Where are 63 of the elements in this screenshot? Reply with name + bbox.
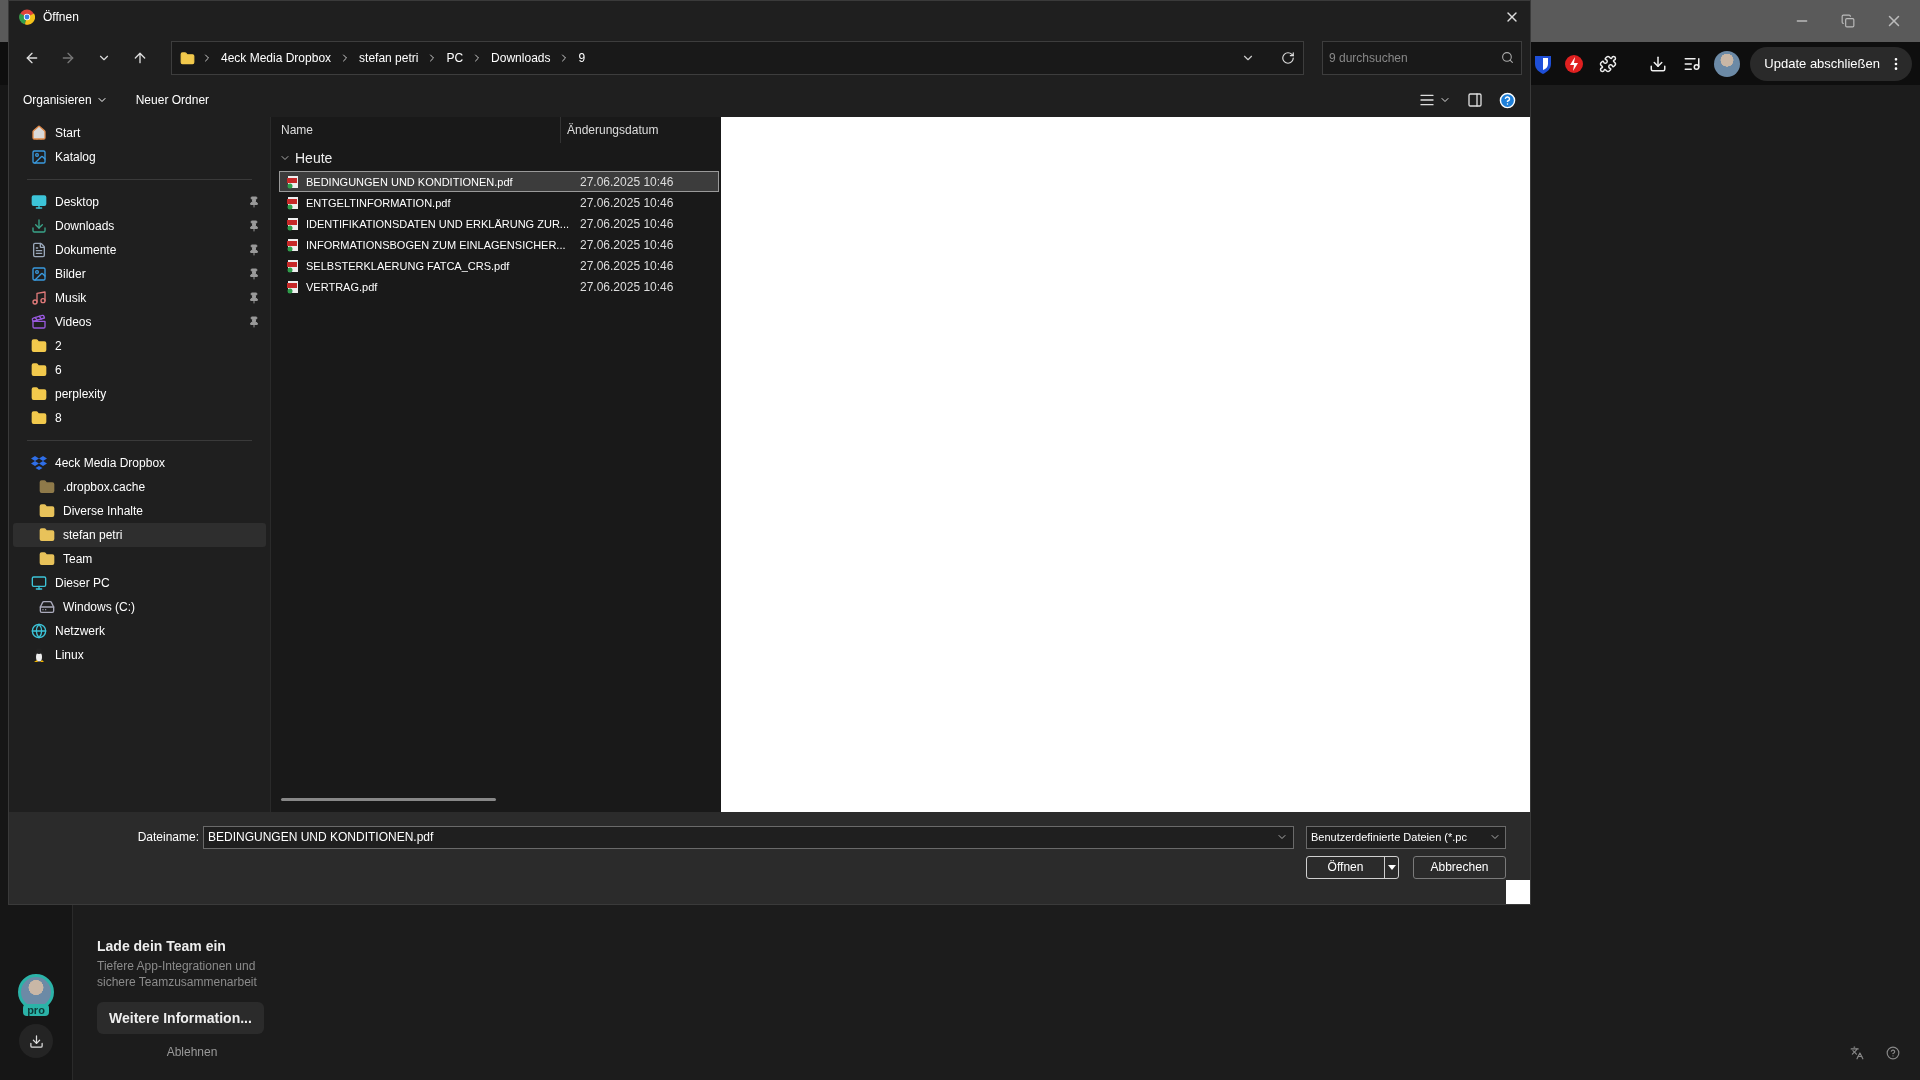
sidebar-item[interactable]: 2 — [13, 334, 266, 358]
file-date: 27.06.2025 10:46 — [580, 195, 674, 210]
sidebar-item[interactable]: Katalog — [13, 145, 266, 169]
file-name: IDENTIFIKATIONSDATEN UND ERKLÄRUNG ZUR... — [306, 217, 568, 230]
sidebar-item[interactable]: 6 — [13, 358, 266, 382]
file-type-select[interactable]: Benutzerdefinierte Dateien (*.pc — [1306, 825, 1506, 849]
sidebar-item[interactable]: Windows (C:) — [13, 595, 266, 619]
breadcrumb-item[interactable]: Downloads — [489, 51, 553, 65]
file-date: 27.06.2025 10:46 — [580, 258, 674, 273]
promo-text: Tiefere App-Integrationen und sichere Teamzusammenarbeit — [97, 958, 258, 990]
file-name: BEDINGUNGEN UND KONDITIONEN.pdf — [306, 175, 514, 188]
sidebar-item[interactable]: Diverse Inhalte — [13, 499, 266, 523]
file-row[interactable]: ENTGELTINFORMATION.pdf 27.06.2025 10:46 — [279, 192, 719, 213]
search-field[interactable]: 9 durchsuchen — [1322, 41, 1522, 75]
address-bar[interactable]: 4eck Media Dropbox stefan petri PC Downloads 9 — [171, 41, 1304, 75]
breadcrumb-item[interactable]: 9 — [576, 51, 588, 65]
file-row[interactable]: BEDINGUNGEN UND KONDITIONEN.pdf 27.06.2025 10:46 — [279, 171, 719, 192]
sidebar-item[interactable]: Videos — [13, 310, 266, 334]
column-header[interactable]: Name — [279, 117, 561, 143]
filename-field[interactable]: BEDINGUNGEN UND KONDITIONEN.pdf — [203, 825, 1294, 849]
promo-title: Lade dein Team ein — [97, 938, 226, 954]
more-info-button[interactable]: Weitere Information... — [97, 1002, 264, 1034]
sidebar-item[interactable]: Downloads — [13, 214, 266, 238]
file-name: ENTGELTINFORMATION.pdf — [306, 196, 452, 209]
file-row[interactable]: INFORMATIONSBOGEN ZUM EINLAGENSICHER... 27.06.2025 10:46 — [279, 234, 719, 255]
dialog-title: Öffnen — [43, 10, 80, 24]
file-row[interactable]: SELBSTERKLAERUNG FATCA_CRS.pdf 27.06.2025 10:46 — [279, 255, 719, 276]
sidebar-item[interactable]: Bilder — [13, 262, 266, 286]
group-header[interactable]: Heute — [279, 145, 719, 171]
file-row[interactable]: IDENTIFIKATIONSDATEN UND ERKLÄRUNG ZUR... 27.06.2025 10:46 — [279, 213, 719, 234]
file-date: 27.06.2025 10:46 — [580, 237, 674, 252]
sidebar-item[interactable]: Desktop — [13, 190, 266, 214]
file-date: 27.06.2025 10:46 — [580, 279, 674, 294]
sidebar-item[interactable]: perplexity — [13, 382, 266, 406]
organize-button[interactable]: Organisieren — [23, 93, 108, 107]
pro-badge: pro — [23, 1004, 49, 1016]
breadcrumb-item[interactable]: stefan petri — [357, 51, 421, 65]
breadcrumb-item[interactable]: 4eck Media Dropbox — [219, 51, 334, 65]
sidebar-item[interactable]: Dokumente — [13, 238, 266, 262]
file-date: 27.06.2025 10:46 — [580, 174, 674, 189]
sidebar-item[interactable]: Linux — [13, 643, 266, 667]
sidebar-item[interactable]: Team — [13, 547, 266, 571]
sidebar-item[interactable]: Musik — [13, 286, 266, 310]
file-name: VERTRAG.pdf — [306, 280, 379, 293]
file-name: SELBSTERKLAERUNG FATCA_CRS.pdf — [306, 259, 511, 272]
sidebar-item[interactable]: 4eck Media Dropbox — [13, 451, 266, 475]
sidebar-item[interactable]: stefan petri — [13, 523, 266, 547]
new-folder-button[interactable]: Neuer Ordner — [135, 93, 210, 107]
dismiss-button[interactable]: Ablehnen — [160, 1044, 224, 1060]
sidebar-item[interactable]: Netzwerk — [13, 619, 266, 643]
column-header[interactable]: Änderungsdatum — [561, 123, 659, 137]
file-name: INFORMATIONSBOGEN ZUM EINLAGENSICHER... — [306, 238, 567, 251]
sidebar-item[interactable]: 8 — [13, 406, 266, 430]
sidebar-item[interactable]: Dieser PC — [13, 571, 266, 595]
file-row[interactable]: VERTRAG.pdf 27.06.2025 10:46 — [279, 276, 719, 297]
update-button[interactable]: Update abschließen — [1750, 46, 1912, 81]
cancel-button[interactable]: Abbrechen — [1413, 855, 1506, 879]
sidebar-item[interactable]: Start — [13, 121, 266, 145]
file-date: 27.06.2025 10:46 — [580, 216, 674, 231]
breadcrumb-item[interactable]: PC — [444, 51, 466, 65]
open-button[interactable]: Öffnen — [1306, 855, 1399, 879]
sidebar-item[interactable]: .dropbox.cache — [13, 475, 266, 499]
filename-label: Dateiname: — [136, 830, 199, 844]
